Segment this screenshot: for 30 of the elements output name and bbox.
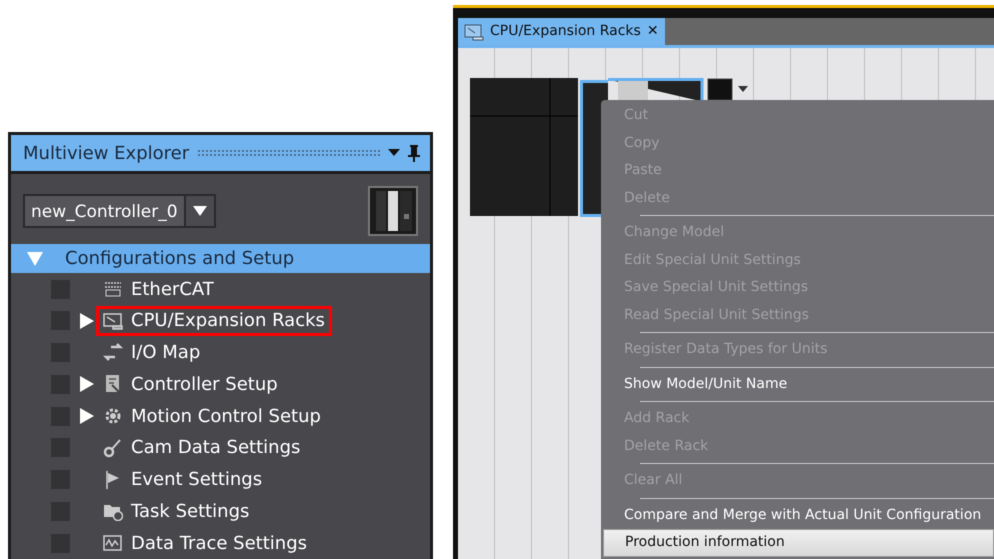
tree-item[interactable]: Event Settings — [96, 464, 270, 495]
cam-icon — [103, 438, 123, 458]
tree-item[interactable]: Motion Control Setup — [96, 401, 328, 432]
dropdown-button[interactable] — [184, 196, 214, 226]
expanded-arrow-icon — [27, 250, 43, 267]
panel-title: Multiview Explorer — [23, 142, 190, 166]
tree-item[interactable]: Controller Setup — [96, 369, 285, 400]
dropdown-icon — [388, 149, 400, 158]
menu-item[interactable]: Production information — [603, 529, 994, 556]
tree-item[interactable]: Task Settings — [96, 496, 256, 526]
controller-dropdown[interactable]: new_Controller_0 — [23, 194, 216, 228]
pin-icon — [408, 144, 420, 162]
rack-icon — [103, 310, 123, 331]
rack-icon — [464, 22, 484, 40]
tree-item[interactable]: Data Trace Settings — [96, 528, 314, 558]
tree-item[interactable]: EtherCAT — [96, 274, 221, 304]
waveform-icon — [103, 533, 123, 554]
exchange-arrows-icon — [103, 342, 123, 363]
menu-item[interactable]: Show Model/Unit Name — [603, 370, 994, 398]
section-header[interactable]: Configurations and Setup — [11, 244, 430, 274]
editor-tab[interactable]: CPU/Expansion Racks ✕ — [458, 18, 665, 45]
controller-icon — [368, 186, 418, 236]
tree-item[interactable]: CPU/Expansion Racks — [96, 306, 332, 336]
menu-item[interactable]: Compare and Merge with Actual Unit Configuration — [603, 502, 994, 529]
close-icon[interactable]: ✕ — [646, 21, 659, 42]
tree-item[interactable]: I/O Map — [96, 338, 208, 368]
caret-icon — [192, 206, 207, 216]
section-label: Configurations and Setup — [65, 247, 294, 272]
tree-item[interactable]: Cam Data Settings — [96, 432, 308, 463]
gear-icon — [103, 406, 123, 426]
